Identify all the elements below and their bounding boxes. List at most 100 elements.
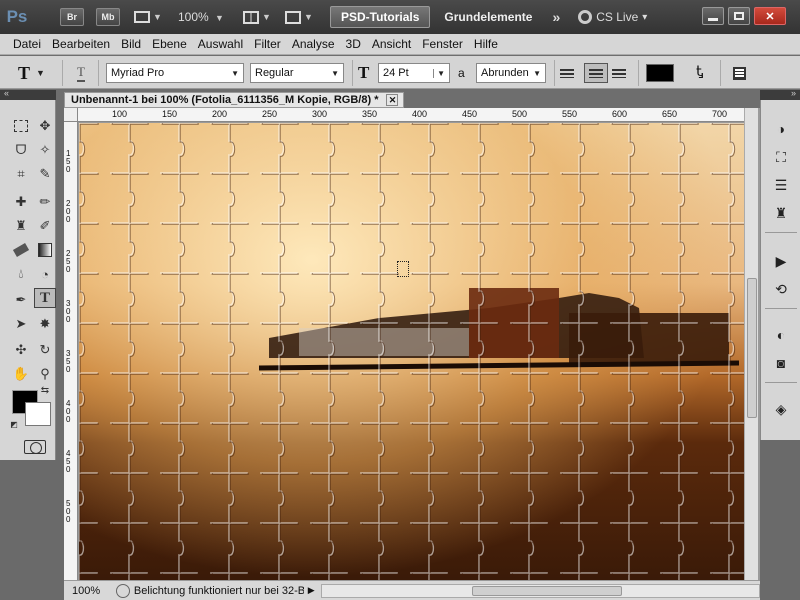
masks-panel-button[interactable]: ◐ bbox=[769, 324, 793, 346]
quick-mask-button[interactable] bbox=[24, 440, 46, 454]
bridge-button[interactable]: Br bbox=[60, 8, 84, 26]
font-family-dropdown[interactable]: Myriad Pro ▼ bbox=[106, 63, 244, 83]
pen-tool[interactable]: ✒ bbox=[10, 290, 32, 310]
dock-collapse-strip[interactable]: » bbox=[760, 88, 800, 100]
warp-text-button[interactable]: Ꮏ bbox=[690, 63, 710, 83]
align-right-icon bbox=[612, 68, 626, 78]
menu-fenster[interactable]: Fenster bbox=[419, 37, 471, 51]
custom-shape-tool[interactable]: ✸ bbox=[34, 314, 56, 334]
menu-3d[interactable]: 3D bbox=[343, 37, 369, 51]
status-info-icon[interactable] bbox=[115, 583, 130, 598]
channels-panel-button[interactable]: ◙ bbox=[769, 352, 793, 374]
type-tool[interactable]: T bbox=[34, 288, 56, 308]
3d-rotate-tool[interactable]: ✣ bbox=[10, 340, 32, 360]
path-selection-tool[interactable]: ➤ bbox=[10, 314, 32, 334]
cs-live-menu[interactable]: CS Live ▾ bbox=[578, 10, 647, 24]
vertical-scroll-thumb[interactable] bbox=[747, 278, 757, 418]
font-size-dropdown[interactable]: 24 Pt ▼ bbox=[378, 63, 450, 83]
text-orientation-button[interactable]: T bbox=[70, 63, 92, 83]
workspace-grundelemente[interactable]: Grundelemente bbox=[444, 10, 532, 24]
workspace-psd-tutorials[interactable]: PSD-Tutorials bbox=[329, 6, 431, 28]
background-color-swatch[interactable] bbox=[25, 402, 51, 426]
minimize-button[interactable] bbox=[702, 7, 724, 25]
dodge-tool[interactable]: ◔ bbox=[34, 264, 56, 284]
hand-tool[interactable]: ✋ bbox=[10, 364, 32, 384]
healing-brush-tool[interactable]: ✚ bbox=[10, 192, 32, 212]
arrange-documents-button[interactable]: ▼ bbox=[240, 6, 274, 28]
history-brush-tool[interactable]: ✐ bbox=[34, 216, 56, 236]
clone-stamp-tool[interactable]: ♜ bbox=[10, 216, 32, 236]
lasso-tool[interactable]: ᗜ bbox=[10, 140, 32, 160]
horizontal-scroll-thumb[interactable] bbox=[471, 585, 622, 596]
font-size-value: 24 Pt bbox=[383, 67, 409, 79]
close-button[interactable]: ✕ bbox=[754, 7, 786, 25]
menu-bild[interactable]: Bild bbox=[118, 37, 149, 51]
chevron-down-icon: ▾ bbox=[642, 11, 648, 23]
minibridge-button[interactable]: Mb bbox=[96, 8, 120, 26]
adjustments-panel-button[interactable]: ☰ bbox=[769, 174, 793, 196]
horizontal-scrollbar[interactable] bbox=[320, 583, 760, 598]
menu-ebene[interactable]: Ebene bbox=[149, 37, 195, 51]
ruler-label: 300 bbox=[312, 109, 328, 119]
ruler-label: 100 bbox=[112, 109, 128, 119]
ruler-label: 3 0 0 bbox=[66, 299, 71, 324]
brush-tool[interactable]: ✏ bbox=[34, 192, 56, 212]
swap-colors-button[interactable]: ⇆ bbox=[38, 384, 52, 396]
vertical-scrollbar[interactable] bbox=[744, 108, 758, 580]
empty-workspace-right bbox=[760, 440, 800, 600]
transform-panel-button[interactable]: ⛶ bbox=[769, 146, 793, 168]
align-center-button[interactable] bbox=[584, 63, 608, 83]
restore-button[interactable] bbox=[728, 7, 750, 25]
zoom-level-dropdown[interactable]: 100% ▼ bbox=[178, 10, 224, 24]
antialias-dropdown[interactable]: Abrunden ▼ bbox=[476, 63, 546, 83]
actions-panel-button[interactable]: ▶ bbox=[769, 250, 793, 272]
image-canvas[interactable] bbox=[79, 123, 744, 580]
menu-hilfe[interactable]: Hilfe bbox=[471, 37, 506, 51]
marquee-tool[interactable] bbox=[10, 116, 32, 136]
zoom-field[interactable]: 100% bbox=[64, 585, 112, 597]
zoom-tool[interactable]: ⚲ bbox=[34, 364, 56, 384]
status-menu-arrow[interactable]: ▶ bbox=[308, 585, 315, 596]
3d-orbit-tool[interactable]: ↻ bbox=[34, 340, 56, 360]
color-panel-button[interactable]: ◑ bbox=[769, 118, 793, 140]
ruler-label: 600 bbox=[612, 109, 628, 119]
workspace-overflow-button[interactable]: » bbox=[552, 9, 560, 25]
vertical-ruler[interactable]: 1 5 0 2 0 0 2 5 0 3 0 0 3 5 0 4 0 0 4 5 0 5 0 0 bbox=[64, 122, 78, 580]
close-icon[interactable]: ✕ bbox=[386, 94, 399, 106]
gradient-tool[interactable] bbox=[34, 240, 56, 260]
blur-tool[interactable]: 💧︎ bbox=[10, 264, 32, 284]
layers-panel-button[interactable]: ◈ bbox=[769, 398, 793, 420]
ruler-label: 4 0 0 bbox=[66, 399, 71, 424]
menu-ansicht[interactable]: Ansicht bbox=[369, 37, 419, 51]
menu-bearbeiten[interactable]: Bearbeiten bbox=[49, 37, 118, 51]
document-tab[interactable]: Unbenannt-1 bei 100% (Fotolia_6111356_M … bbox=[64, 92, 404, 108]
move-tool[interactable]: ✥ bbox=[34, 116, 56, 136]
eraser-tool[interactable] bbox=[10, 240, 32, 260]
screen-mode-button[interactable]: ▼ bbox=[282, 6, 316, 28]
character-panel-button[interactable] bbox=[730, 63, 748, 83]
horizontal-ruler[interactable]: 100 150 200 250 300 350 400 450 500 550 600 650 700 bbox=[78, 108, 744, 122]
tool-preset-picker[interactable]: T ▼ bbox=[18, 63, 54, 83]
close-icon: ✕ bbox=[765, 10, 775, 23]
menu-auswahl[interactable]: Auswahl bbox=[195, 37, 251, 51]
view-extras-button[interactable]: ▼ bbox=[132, 6, 164, 28]
history-panel-button[interactable]: ⟲ bbox=[769, 278, 793, 300]
antialias-glyph: a bbox=[458, 66, 465, 80]
default-colors-button[interactable]: ◩ bbox=[8, 418, 20, 430]
menu-filter[interactable]: Filter bbox=[251, 37, 289, 51]
menu-analyse[interactable]: Analyse bbox=[289, 37, 343, 51]
ruler-origin[interactable] bbox=[64, 108, 78, 122]
font-style-dropdown[interactable]: Regular ▼ bbox=[250, 63, 344, 83]
eyedropper-tool[interactable]: ✎ bbox=[34, 164, 56, 184]
crop-tool[interactable]: ⌗ bbox=[10, 164, 32, 184]
text-color-swatch[interactable] bbox=[646, 64, 674, 82]
sliders-icon: ☰ bbox=[774, 176, 788, 193]
align-left-button[interactable] bbox=[560, 63, 580, 83]
magic-wand-tool[interactable]: ✧ bbox=[34, 140, 56, 160]
tools-collapse-strip[interactable]: « bbox=[0, 88, 56, 100]
chevron-down-icon: ▼ bbox=[262, 12, 271, 22]
styles-panel-button[interactable]: ♜ bbox=[769, 202, 793, 224]
menu-datei[interactable]: Datei bbox=[10, 37, 49, 51]
stamp-styles-icon: ♜ bbox=[774, 204, 788, 221]
align-right-button[interactable] bbox=[612, 63, 632, 83]
